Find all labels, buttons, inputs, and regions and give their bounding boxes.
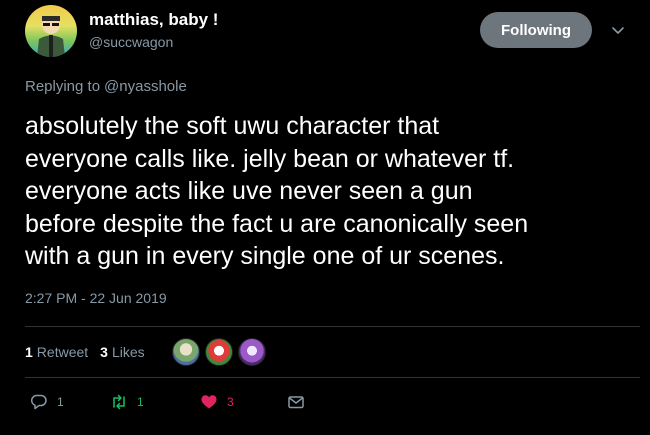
reply-action[interactable]: 1 (30, 393, 64, 411)
engagement-stats: 1 Retweet 3 Likes (25, 342, 145, 362)
retweet-stat-count: 1 (25, 344, 33, 360)
tweet-text: absolutely the soft uwu character that e… (25, 110, 635, 273)
direct-message-action[interactable] (287, 393, 305, 411)
like-stat-label: Likes (111, 344, 145, 360)
liker-avatar[interactable] (238, 338, 266, 366)
retweet-stat-label: Retweet (36, 344, 89, 360)
liker-avatars (172, 338, 271, 366)
reply-count: 1 (57, 395, 64, 409)
retweet-count: 1 (137, 395, 144, 409)
tweet-text-line: everyone acts like uve never seen a gun (25, 177, 473, 205)
divider (25, 377, 640, 378)
retweet-action[interactable]: 1 (110, 393, 144, 411)
liker-avatar[interactable] (172, 338, 200, 366)
like-action[interactable]: 3 (200, 393, 234, 411)
like-stat-count: 3 (100, 344, 108, 360)
user-handle[interactable]: @succwagon (89, 34, 173, 50)
reply-icon (30, 394, 47, 410)
display-name[interactable]: matthias, baby ! (89, 10, 218, 30)
like-count: 3 (227, 395, 234, 409)
heart-icon (201, 395, 217, 409)
like-stat[interactable]: 3 Likes (100, 344, 144, 360)
retweet-icon (113, 394, 125, 410)
tweet-timestamp[interactable]: 2:27 PM - 22 Jun 2019 (25, 290, 167, 306)
tweet-text-line: before despite the fact u are canonicall… (25, 209, 529, 238)
liker-avatar[interactable] (205, 338, 233, 366)
tweet-text-line: with a gun in every single one of ur sce… (25, 242, 505, 270)
replying-to-label: Replying to (25, 78, 101, 95)
tweet-text-line: everyone calls like. jelly bean or whate… (25, 144, 515, 173)
reply-mention-link[interactable]: @nyasshole (104, 78, 187, 95)
retweet-stat[interactable]: 1 Retweet (25, 344, 88, 360)
chevron-down-icon[interactable] (610, 23, 626, 39)
replying-to: Replying to @nyasshole (25, 78, 187, 95)
envelope-icon (288, 396, 304, 409)
tweet-text-line: absolutely the soft uwu character that (25, 112, 440, 140)
following-button[interactable]: Following (480, 12, 592, 48)
avatar[interactable] (25, 5, 77, 57)
divider (25, 326, 640, 327)
